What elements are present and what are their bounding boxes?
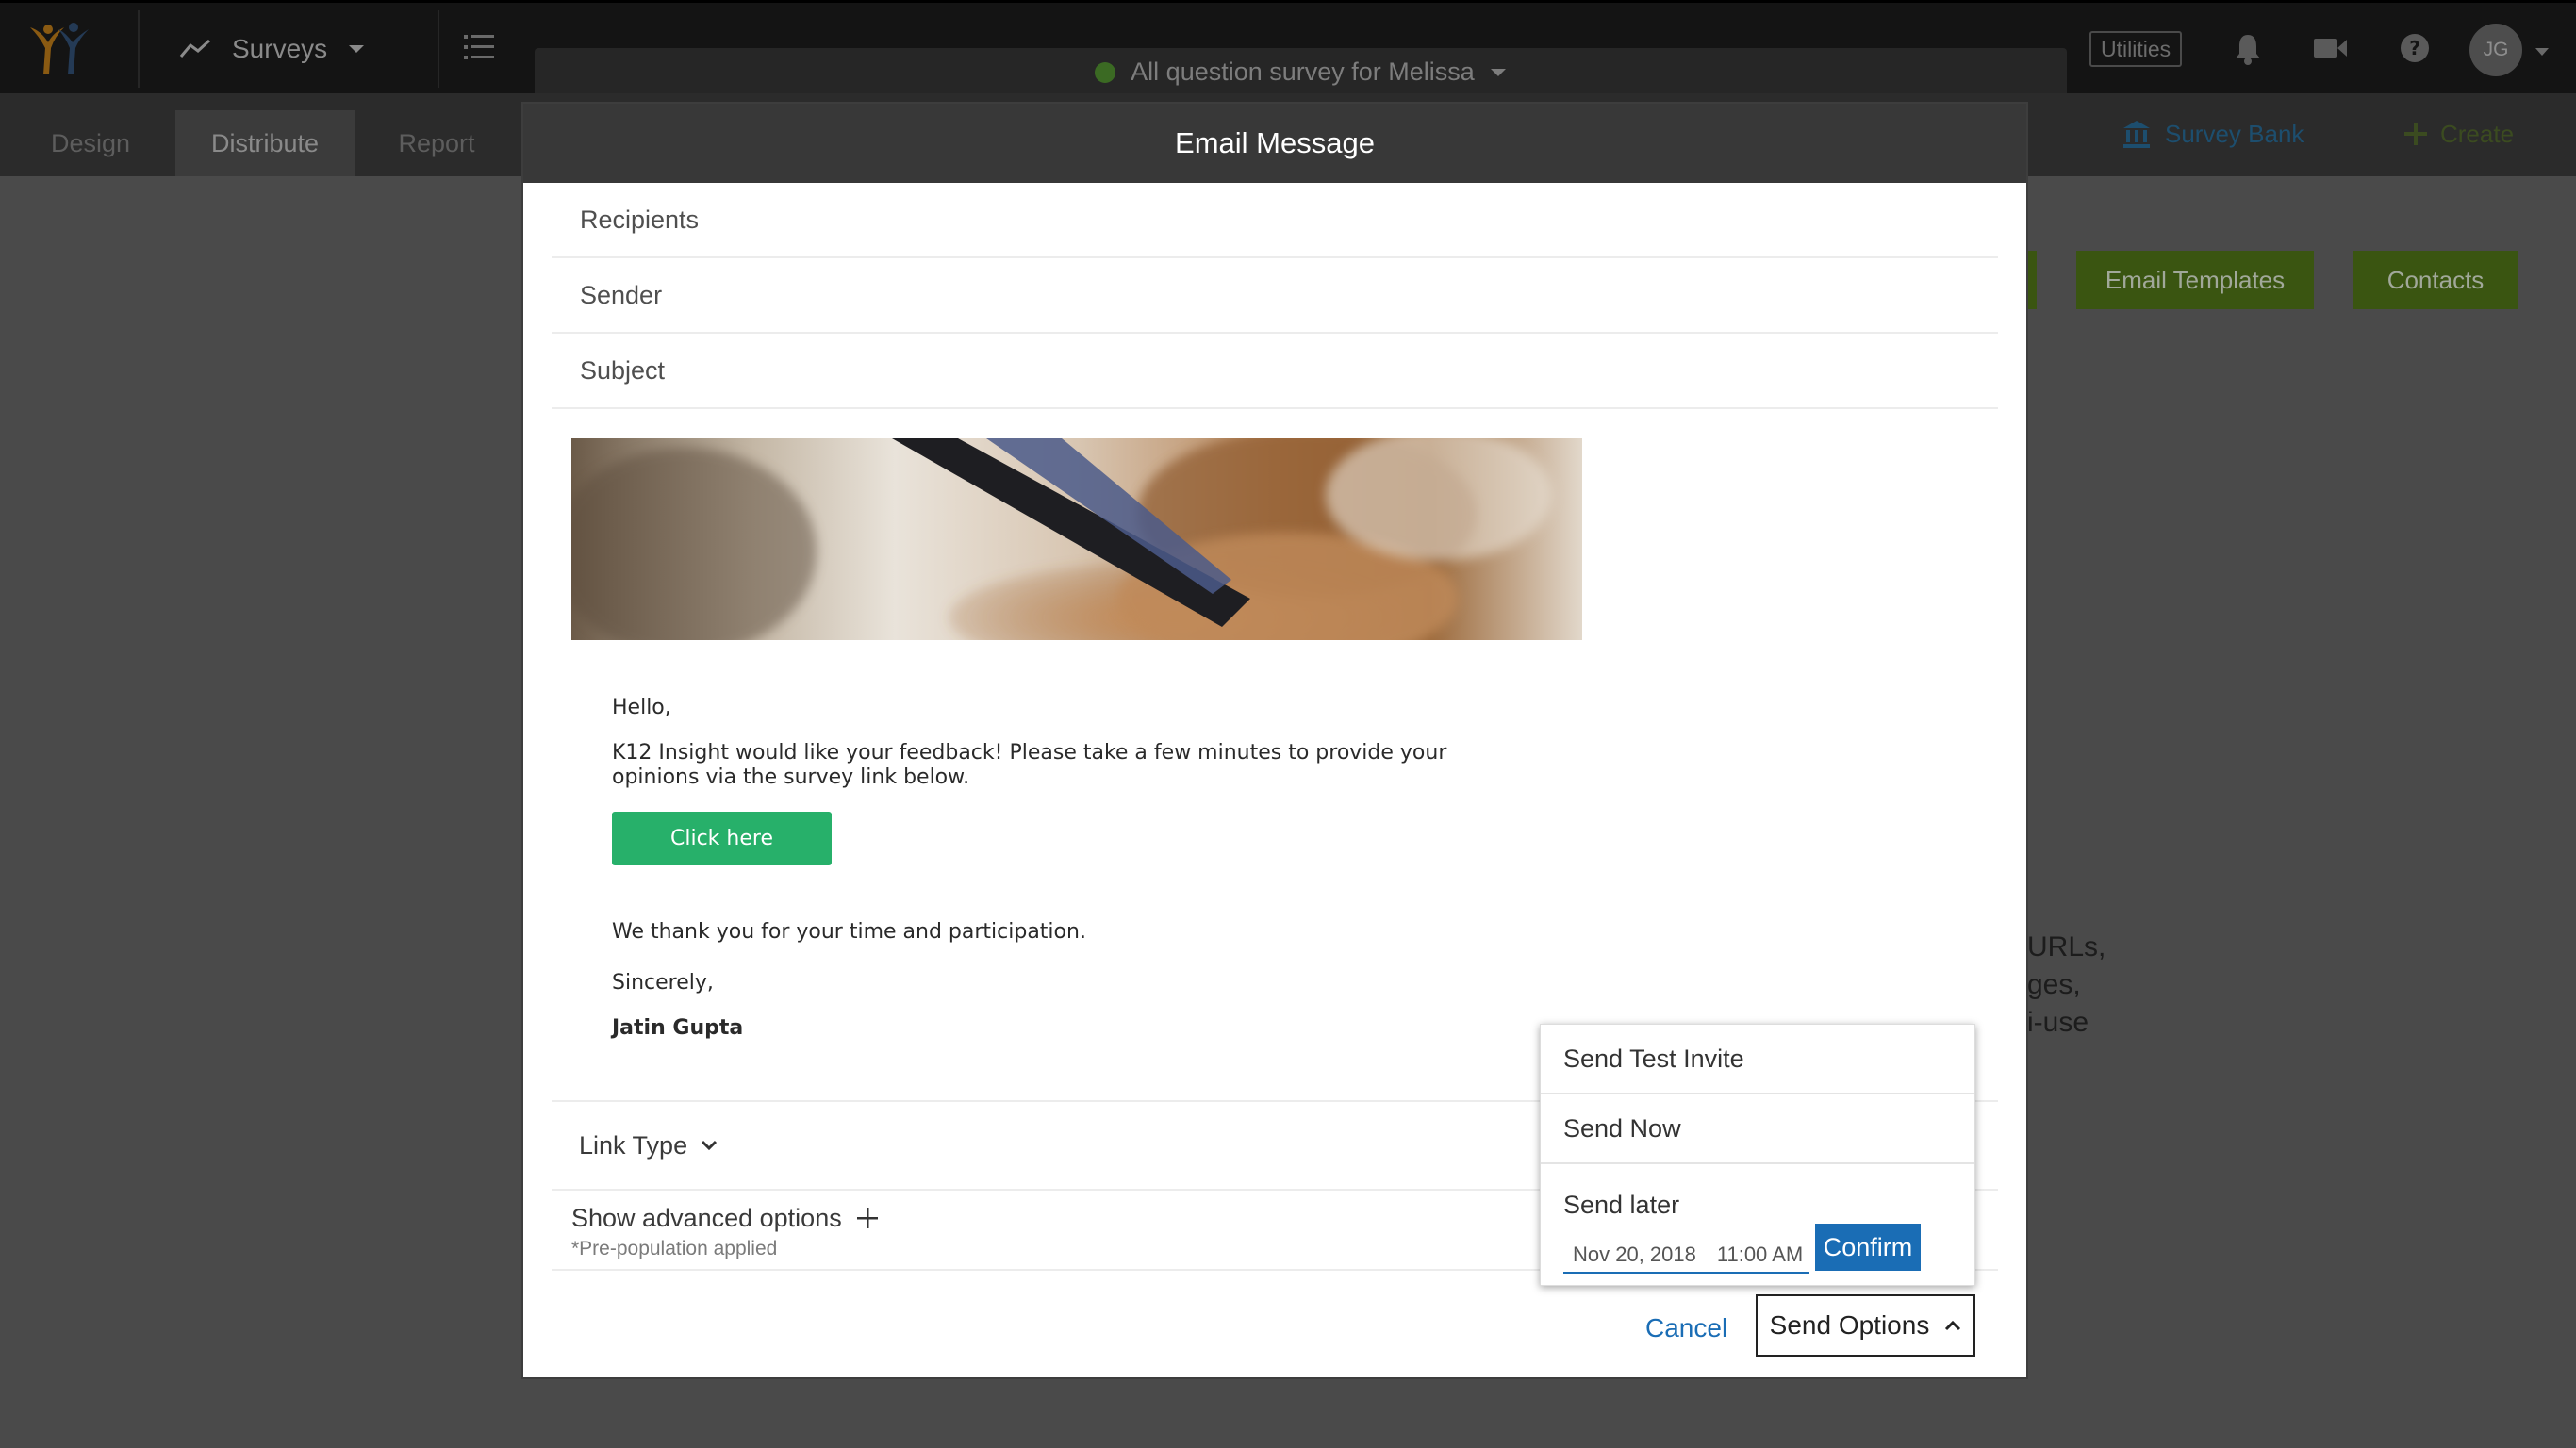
background-text: ges,	[2027, 969, 2081, 1000]
video-camera-icon[interactable]	[2314, 37, 2348, 64]
link-type-label: Link Type	[579, 1130, 688, 1160]
bank-icon	[2123, 121, 2150, 148]
topbar-divider	[438, 10, 439, 88]
modal-title: Email Message	[1175, 126, 1375, 159]
email-message-modal: Email Message Recipients Sender Subject	[521, 102, 2028, 1379]
bell-icon[interactable]	[2235, 33, 2261, 70]
user-avatar[interactable]: JG	[2469, 24, 2522, 76]
plus-icon	[856, 1208, 878, 1228]
survey-bank-link[interactable]: Survey Bank	[2122, 113, 2304, 155]
advanced-options-label: Show advanced options	[571, 1203, 842, 1232]
subject-label: Subject	[580, 355, 666, 385]
recipients-label: Recipients	[580, 205, 700, 234]
create-link[interactable]: Create	[2404, 113, 2514, 155]
confirm-button[interactable]: Confirm	[1815, 1224, 1921, 1271]
surveys-menu[interactable]: Surveys	[179, 27, 365, 71]
background-text: i-use	[2027, 1007, 2089, 1038]
trend-icon	[179, 39, 211, 58]
email-templates-button: Email Templates	[2076, 251, 2314, 309]
email-body-line: K12 Insight would like your feedback! Pl…	[612, 741, 1447, 765]
email-body-line: opinions via the survey link below.	[612, 765, 970, 789]
caret-down-icon	[349, 45, 365, 53]
link-type-dropdown[interactable]: Link Type	[579, 1122, 718, 1169]
email-thanks: We thank you for your time and participa…	[612, 920, 1086, 944]
email-header-image	[571, 438, 1582, 640]
tab-report[interactable]: Report	[368, 110, 505, 176]
survey-status-dot	[1095, 61, 1116, 83]
help-icon[interactable]: ?	[2400, 33, 2430, 68]
email-signature: Jatin Gupta	[612, 1016, 744, 1040]
send-options-label: Send Options	[1769, 1310, 1930, 1340]
list-menu-icon[interactable]	[464, 33, 496, 66]
schedule-datetime-input[interactable]: Nov 20, 2018 11:00 AM	[1563, 1238, 1809, 1274]
prepopulation-note: *Pre-population applied	[571, 1238, 778, 1259]
schedule-date: Nov 20, 2018	[1573, 1242, 1696, 1266]
sender-label: Sender	[580, 280, 663, 309]
send-later-label: Send later	[1563, 1190, 1680, 1219]
cancel-button[interactable]: Cancel	[1645, 1313, 1727, 1343]
top-bar: Surveys All question survey for Melissa …	[0, 0, 2576, 96]
survey-bank-label: Survey Bank	[2165, 119, 2304, 148]
app-logo-icon[interactable]	[23, 20, 109, 80]
send-options-menu: Send Test Invite Send Now Send later Nov…	[1540, 1024, 1975, 1286]
send-test-invite-option[interactable]: Send Test Invite	[1541, 1025, 1974, 1093]
surveys-menu-label: Surveys	[232, 34, 328, 63]
send-options-button[interactable]: Send Options	[1756, 1294, 1975, 1357]
caret-down-icon[interactable]	[2535, 44, 2550, 61]
tab-distribute[interactable]: Distribute	[175, 110, 355, 176]
recipients-field[interactable]: Recipients	[552, 183, 1998, 258]
create-label: Create	[2440, 119, 2515, 148]
email-click-here-button[interactable]: Click here	[612, 812, 832, 865]
schedule-time: 11:00 AM	[1716, 1242, 1804, 1266]
utilities-button[interactable]: Utilities	[2089, 31, 2183, 67]
contacts-button: Contacts	[2353, 251, 2518, 309]
modal-header: Email Message	[523, 104, 2026, 183]
plus-icon	[2404, 123, 2427, 145]
sender-field[interactable]: Sender	[552, 258, 1998, 334]
survey-selector[interactable]: All question survey for Melissa	[535, 48, 2067, 96]
show-advanced-options-toggle[interactable]: Show advanced options	[571, 1199, 878, 1237]
svg-text:?: ?	[2409, 37, 2420, 59]
survey-name: All question survey for Melissa	[1131, 58, 1475, 86]
chevron-down-icon	[702, 1140, 718, 1151]
chevron-up-icon	[1945, 1320, 1961, 1331]
email-closing: Sincerely,	[612, 971, 714, 995]
tab-design[interactable]: Design	[19, 110, 162, 176]
caret-down-icon	[1490, 68, 1506, 76]
email-greeting: Hello,	[612, 696, 671, 719]
subject-field[interactable]: Subject	[552, 334, 1998, 409]
divider	[1541, 1162, 1974, 1164]
topbar-divider	[138, 10, 140, 88]
send-now-option[interactable]: Send Now	[1541, 1094, 1974, 1162]
background-text: URLs,	[2027, 931, 2106, 963]
